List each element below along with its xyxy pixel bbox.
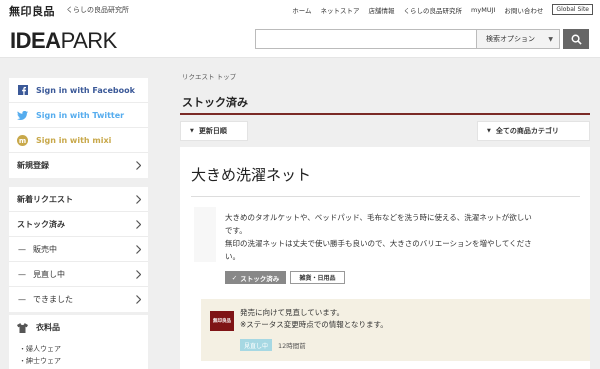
shirt-icon [17, 322, 28, 333]
global-site-link[interactable]: Global Site [552, 4, 593, 15]
nav-lab[interactable]: くらしの良品研究所 [404, 5, 463, 15]
sidebar-item-stocked[interactable]: ストック済み [9, 212, 148, 237]
request-card: 大きめ洗濯ネット 大きめのタオルケットや、ベッドパッド、毛布などを洗う時に使える… [180, 147, 590, 369]
chevron-down-icon: ▼ [548, 36, 553, 43]
sign-in-twitter[interactable]: Sign in with Twitter [9, 103, 148, 128]
category-title: 衣料品 [36, 323, 60, 332]
breadcrumb[interactable]: リクエスト トップ [182, 71, 236, 81]
sidebar-item-label: 販売中 [33, 244, 57, 254]
status-badge: 見直し中 [240, 339, 272, 351]
sidebar-item-label: ストック済み [17, 219, 65, 229]
status-timestamp: 12時間前 [278, 342, 306, 350]
top-nav: ホーム ネットストア 店舗情報 くらしの良品研究所 myMUJI お問い合わせ … [292, 4, 593, 15]
nav-contact[interactable]: お問い合わせ [504, 5, 543, 15]
card-divider [191, 196, 580, 197]
category-item-label: 紳士ウェア [26, 357, 61, 365]
register-label: 新規登録 [17, 161, 49, 170]
chevron-right-icon [136, 195, 142, 206]
category-item[interactable]: ・紳士ウェア [19, 355, 148, 367]
muji-logo: 無印良品 [210, 311, 234, 331]
facebook-icon [17, 85, 28, 96]
bullet-icon: ・ [19, 357, 26, 365]
register-link[interactable]: 新規登録 [9, 153, 148, 178]
check-icon: ✓ [231, 273, 238, 282]
status-message: 発売に向けて見直しています。 ※ステータス変更時点での情報となります。 [240, 307, 388, 331]
stocked-label: ストック済み [240, 274, 280, 283]
page-title: ストック済み [182, 96, 248, 109]
sort-label: 更新日順 [198, 127, 227, 135]
sidebar-item-on-sale[interactable]: — 販売中 [9, 237, 148, 262]
status-line: 発売に向けて見直しています。 [240, 308, 345, 317]
dash-icon: — [18, 295, 26, 304]
triangle-down-icon: ▼ [190, 128, 194, 134]
request-title[interactable]: 大きめ洗濯ネット [191, 164, 311, 185]
sidebar-item-done[interactable]: — できました [9, 287, 148, 312]
bullet-icon: ・ [19, 345, 26, 353]
nav-mymuji[interactable]: myMUJI [471, 6, 495, 14]
request-body: 大きめのタオルケットや、ベッドパッド、毛布などを洗う時に使える、洗濯ネットが欲し… [225, 211, 580, 263]
sidebar-item-label: できました [33, 295, 73, 304]
category-dropdown[interactable]: ▼ 全ての商品カテゴリ [477, 121, 590, 141]
sign-in-mixi-label: Sign in with mixi [36, 135, 112, 145]
request-thumbnail [194, 207, 216, 262]
body-line: い。 [225, 252, 240, 261]
search-option-label: 検索オプション [486, 35, 535, 43]
sign-in-facebook[interactable]: Sign in with Facebook [9, 78, 148, 103]
dash-icon: — [18, 244, 26, 254]
twitter-icon [17, 110, 28, 121]
body-line: 無印の洗濯ネットは丈夫で使い勝手も良いので、大きさのバリエーションを増やしてくだ… [225, 239, 532, 248]
brand-subtitle[interactable]: くらしの良品研究所 [66, 5, 129, 15]
sidebar-item-label: 新着リクエスト [17, 194, 73, 204]
sidebar-auth-panel: Sign in with Facebook Sign in with Twitt… [9, 78, 148, 178]
category-item-label: 婦人ウェア [26, 345, 61, 353]
stocked-button[interactable]: ✓ ストック済み [225, 271, 286, 284]
chevron-right-icon [136, 245, 142, 256]
filter-row: ▼ 更新日順 ▼ 全ての商品カテゴリ [180, 121, 590, 143]
nav-netstore[interactable]: ネットストア [321, 5, 360, 15]
nav-stores[interactable]: 店舗情報 [369, 5, 395, 15]
svg-text:m: m [19, 137, 26, 145]
dash-icon: — [18, 269, 26, 279]
top-bar: 無印良品 くらしの良品研究所 ホーム ネットストア 店舗情報 くらしの良品研究所… [0, 0, 600, 20]
search-input[interactable] [255, 29, 477, 49]
muji-brand[interactable]: 無印良品 [9, 3, 55, 19]
status-line: ※ステータス変更時点での情報となります。 [240, 320, 388, 329]
body-line: 大きめのタオルケットや、ベッドパッド、毛布などを洗う時に使える、洗濯ネットが欲し… [225, 213, 532, 222]
sign-in-facebook-label: Sign in with Facebook [36, 85, 135, 95]
chevron-right-icon [136, 220, 142, 231]
sidebar-item-label: 見直し中 [33, 269, 65, 279]
category-item[interactable]: ・婦人ウェア [19, 343, 148, 355]
sidebar-requests-panel: 新着リクエスト ストック済み — 販売中 — 見直し中 — できました [9, 187, 148, 312]
search-option-select[interactable]: 検索オプション ▼ [477, 29, 560, 49]
search-button[interactable] [563, 29, 589, 49]
title-divider [180, 113, 590, 115]
category-list: ・婦人ウェア ・紳士ウェア [9, 343, 148, 367]
chevron-right-icon [136, 295, 142, 306]
category-tag-button[interactable]: 雑貨・日用品 [290, 271, 345, 284]
chevron-right-icon [136, 270, 142, 281]
body-line: です。 [225, 226, 247, 235]
category-filter-label: 全ての商品カテゴリ [495, 127, 559, 135]
status-box: 無印良品 発売に向けて見直しています。 ※ステータス変更時点での情報となります。… [201, 299, 590, 361]
triangle-down-icon: ▼ [487, 128, 491, 134]
search-icon [571, 34, 582, 45]
category-heading[interactable]: 衣料品 [9, 315, 148, 340]
main-content: リクエスト トップ ストック済み ▼ 更新日順 ▼ 全ての商品カテゴリ 大きめ洗… [170, 58, 590, 369]
header: IDEAPARK 検索オプション ▼ [0, 20, 600, 58]
nav-home[interactable]: ホーム [292, 5, 311, 15]
sidebar-item-reviewing[interactable]: — 見直し中 [9, 262, 148, 287]
sort-dropdown[interactable]: ▼ 更新日順 [180, 121, 248, 141]
ideapark-logo[interactable]: IDEAPARK [10, 28, 117, 54]
sidebar-category-panel: 衣料品 ・婦人ウェア ・紳士ウェア [9, 315, 148, 369]
mixi-icon: m [17, 134, 28, 146]
sign-in-twitter-label: Sign in with Twitter [36, 110, 125, 120]
chevron-right-icon [136, 161, 142, 172]
sidebar-item-new-requests[interactable]: 新着リクエスト [9, 187, 148, 212]
sign-in-mixi[interactable]: m Sign in with mixi [9, 128, 148, 153]
